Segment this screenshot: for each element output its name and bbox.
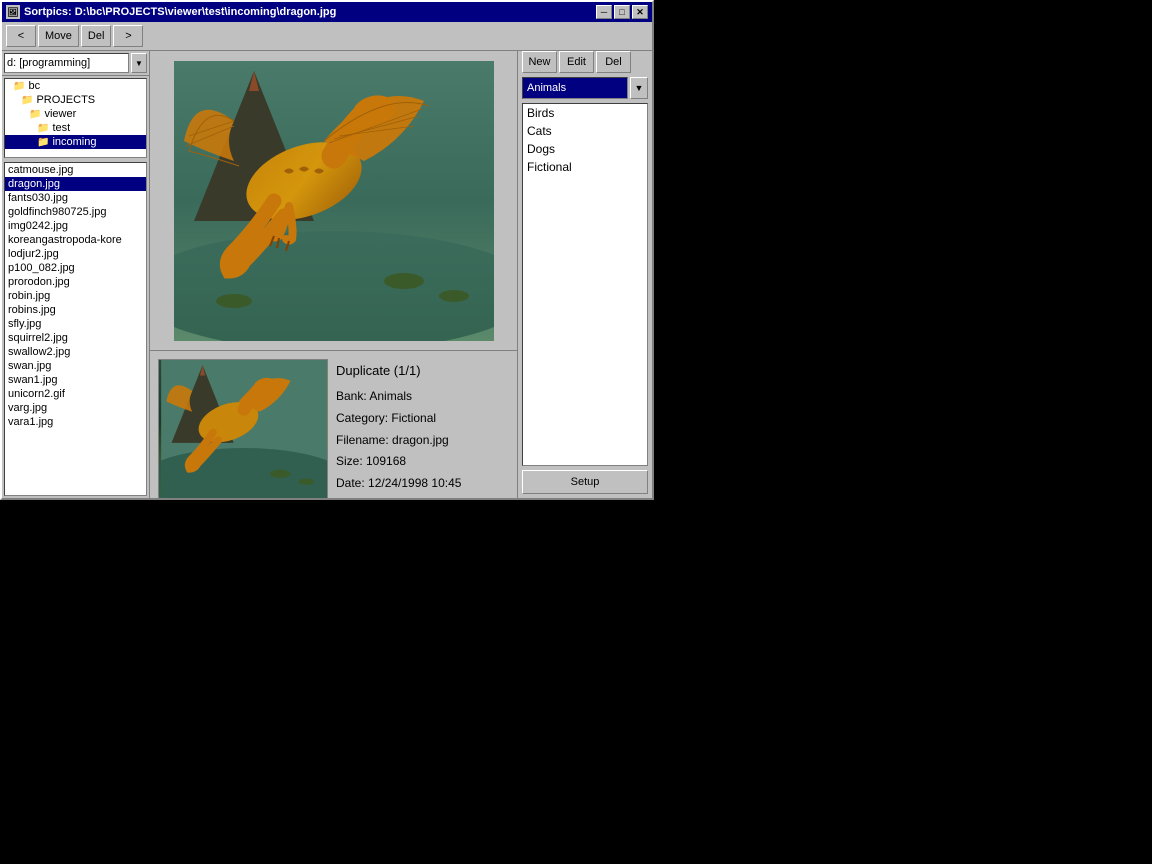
duplicate-area: Duplicate (1/1) Bank: Animals Category: … [150,351,517,498]
window-body: < Move Del > d: [programming] ▼ [2,22,652,498]
duplicate-thumbnail [158,359,328,498]
file-item[interactable]: p100_082.jpg [5,261,146,275]
file-item[interactable]: img0242.jpg [5,219,146,233]
back-button[interactable]: < [6,25,36,47]
tree-label-incoming: incoming [52,136,96,148]
bank-dropdown-container: Animals ▼ [518,77,652,103]
duplicate-title: Duplicate (1/1) [336,359,509,382]
tree-label-test: test [52,122,70,134]
file-list-container: catmouse.jpgdragon.jpgfants030.jpggoldfi… [4,162,147,496]
file-item[interactable]: swan1.jpg [5,373,146,387]
duplicate-date: Date: 12/24/1998 10:45 [336,473,509,495]
duplicate-category: Category: Fictional [336,408,509,430]
center-panel: Duplicate (1/1) Bank: Animals Category: … [150,51,518,498]
file-item[interactable]: catmouse.jpg [5,163,146,177]
file-list[interactable]: catmouse.jpgdragon.jpgfants030.jpggoldfi… [4,162,147,496]
duplicate-size: Size: 109168 [336,451,509,473]
category-item[interactable]: Birds [523,104,647,122]
category-action-buttons: New Edit Del [518,51,652,77]
toolbar: < Move Del > [2,22,652,51]
duplicate-filename: Filename: dragon.jpg [336,430,509,452]
file-item[interactable]: koreangastropoda-kore [5,233,146,247]
file-item[interactable]: unicorn2.gif [5,387,146,401]
tree-scroll[interactable]: 📁 bc 📁 PROJECTS 📁 viewer 📁 [5,79,146,157]
category-list[interactable]: BirdsCatsDogsFictional [522,103,648,466]
setup-button-container: Setup [518,466,652,498]
del-category-button[interactable]: Del [596,51,631,73]
folder-icon-incoming: 📁 [37,137,49,148]
folder-icon-viewer: 📁 [29,109,41,120]
folder-icon-bc: 📁 [13,81,25,92]
drive-combo[interactable]: d: [programming] [4,53,129,73]
new-category-button[interactable]: New [522,51,557,73]
file-item[interactable]: lodjur2.jpg [5,247,146,261]
title-bar: 🖼 Sortpics: D:\bc\PROJECTS\viewer\test\i… [2,2,652,22]
file-item[interactable]: dragon.jpg [5,177,146,191]
file-item[interactable]: squirrel2.jpg [5,331,146,345]
tree-item-projects[interactable]: 📁 PROJECTS [5,93,146,107]
forward-button[interactable]: > [113,25,143,47]
edit-category-button[interactable]: Edit [559,51,594,73]
tree-label-bc: bc [28,80,40,92]
file-item[interactable]: prorodon.jpg [5,275,146,289]
maximize-button[interactable]: □ [614,5,630,19]
file-item[interactable]: robin.jpg [5,289,146,303]
app-icon: 🖼 [6,5,20,19]
del-button[interactable]: Del [81,25,112,47]
file-item[interactable]: vara1.jpg [5,415,146,429]
folder-icon-test: 📁 [37,123,49,134]
right-panel: New Edit Del Animals ▼ BirdsCatsDogsFict… [518,51,652,498]
duplicate-info: Duplicate (1/1) Bank: Animals Category: … [336,359,509,498]
file-item[interactable]: swan.jpg [5,359,146,373]
main-window: 🖼 Sortpics: D:\bc\PROJECTS\viewer\test\i… [0,0,654,500]
drive-value: d: [programming] [7,57,90,69]
setup-button[interactable]: Setup [522,470,648,494]
bank-dropdown[interactable]: Animals [522,77,628,99]
file-item[interactable]: goldfinch980725.jpg [5,205,146,219]
move-button[interactable]: Move [38,25,79,47]
category-item[interactable]: Cats [523,122,647,140]
tree-item-viewer[interactable]: 📁 viewer [5,107,146,121]
left-panel: d: [programming] ▼ 📁 bc 📁 PROJECTS [2,51,150,498]
main-image-area [150,51,517,351]
file-item[interactable]: varg.jpg [5,401,146,415]
drive-arrow[interactable]: ▼ [131,53,147,73]
tree-item-bc[interactable]: 📁 bc [5,79,146,93]
tree-item-test[interactable]: 📁 test [5,121,146,135]
drive-selector: d: [programming] ▼ [2,51,149,76]
file-item[interactable]: swallow2.jpg [5,345,146,359]
file-item[interactable]: fants030.jpg [5,191,146,205]
bank-value: Animals [527,82,566,94]
bank-arrow[interactable]: ▼ [630,77,648,99]
minimize-button[interactable]: ─ [596,5,612,19]
category-item[interactable]: Fictional [523,158,647,176]
duplicate-bank: Bank: Animals [336,386,509,408]
window-title: Sortpics: D:\bc\PROJECTS\viewer\test\inc… [24,6,596,18]
directory-tree: 📁 bc 📁 PROJECTS 📁 viewer 📁 [4,78,147,158]
tree-label-projects: PROJECTS [36,94,95,106]
window-controls: ─ □ ✕ [596,5,648,19]
file-item[interactable]: sfly.jpg [5,317,146,331]
file-item[interactable]: robins.jpg [5,303,146,317]
folder-icon-projects: 📁 [21,95,33,106]
tree-item-incoming[interactable]: 📁 incoming [5,135,146,149]
close-button[interactable]: ✕ [632,5,648,19]
tree-label-viewer: viewer [44,108,76,120]
category-item[interactable]: Dogs [523,140,647,158]
main-image [174,61,494,341]
main-content: d: [programming] ▼ 📁 bc 📁 PROJECTS [2,51,652,498]
